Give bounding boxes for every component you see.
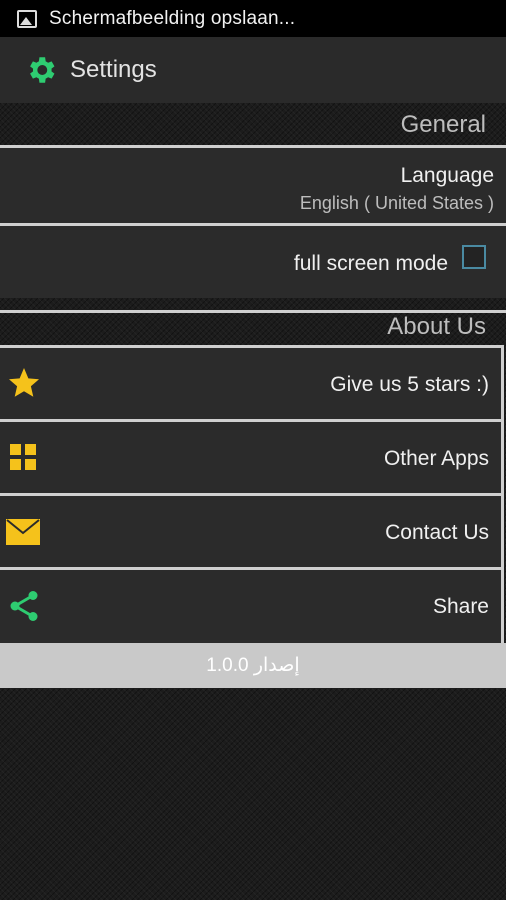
action-bar: Settings: [0, 37, 506, 103]
notification-text: Schermafbeelding opslaan...: [49, 7, 296, 29]
language-setting[interactable]: Language English ( United States ): [0, 145, 506, 223]
mail-icon: [6, 519, 40, 545]
rate-us-label: Give us 5 stars :): [330, 373, 489, 396]
contact-us-item[interactable]: Contact Us: [0, 493, 504, 567]
section-header-about: About Us: [0, 310, 506, 341]
fullscreen-checkbox[interactable]: [462, 245, 486, 269]
rate-us-item[interactable]: Give us 5 stars :): [0, 345, 504, 419]
other-apps-item[interactable]: Other Apps: [0, 419, 504, 493]
fullscreen-setting[interactable]: full screen mode: [0, 223, 506, 298]
image-icon: [17, 9, 37, 28]
star-icon: [9, 368, 39, 397]
share-label: Share: [432, 595, 489, 618]
status-bar: Schermafbeelding opslaan...: [0, 0, 506, 37]
fullscreen-label: full screen mode: [293, 252, 448, 275]
page-title: Settings: [70, 56, 157, 83]
language-title: Language: [400, 164, 494, 187]
share-icon: [10, 591, 38, 621]
share-item[interactable]: Share: [0, 567, 504, 643]
grid-icon: [10, 444, 36, 470]
section-header-general: General: [400, 111, 486, 138]
language-value: English ( United States ): [299, 193, 494, 213]
gear-icon[interactable]: [24, 53, 58, 87]
contact-us-label: Contact Us: [385, 521, 489, 544]
version-label: إصدار 1.0.0: [0, 643, 506, 688]
other-apps-label: Other Apps: [383, 447, 489, 470]
